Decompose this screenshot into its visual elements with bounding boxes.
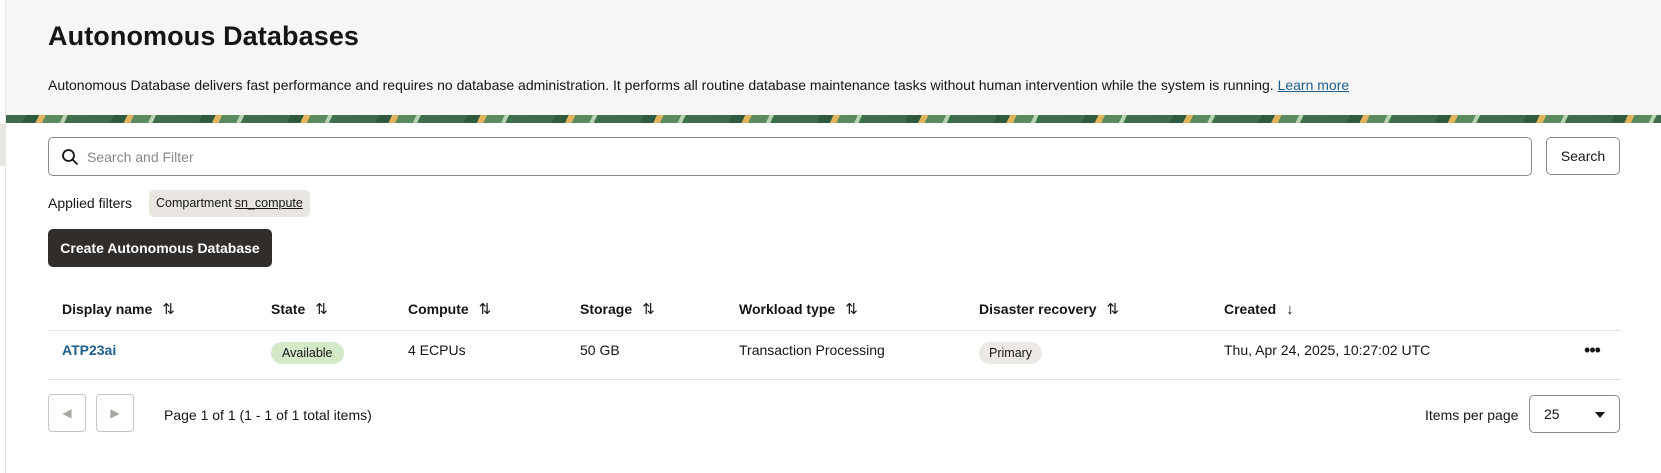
column-header-created[interactable]: Created ↓ <box>1224 288 1294 330</box>
create-autonomous-database-button[interactable]: Create Autonomous Database <box>48 229 272 267</box>
items-per-page-select[interactable]: 25 <box>1529 395 1620 433</box>
database-name-link[interactable]: ATP23ai <box>62 342 116 358</box>
search-button[interactable]: Search <box>1546 137 1620 175</box>
created-cell: Thu, Apr 24, 2025, 10:27:02 UTC <box>1224 342 1431 358</box>
filter-chip-value[interactable]: sn_compute <box>235 196 303 210</box>
sort-descending-icon[interactable]: ↓ <box>1286 289 1294 331</box>
sort-both-icon[interactable]: ⇅ <box>1107 289 1120 331</box>
filter-chip-name: Compartment <box>156 196 232 210</box>
table-header-divider <box>48 330 1621 331</box>
column-header-disaster-recovery[interactable]: Disaster recovery ⇅ <box>979 288 1119 330</box>
pagination-summary: Page 1 of 1 (1 - 1 of 1 total items) <box>164 407 372 423</box>
row-actions-icon[interactable]: ••• <box>1580 339 1604 363</box>
filter-chip-compartment[interactable]: Compartment sn_compute <box>149 190 310 217</box>
workload-type-cell: Transaction Processing <box>739 342 885 358</box>
storage-cell: 50 GB <box>580 342 620 358</box>
side-panel-handle[interactable] <box>0 124 6 166</box>
sort-both-icon[interactable]: ⇅ <box>162 289 175 331</box>
column-header-display-name[interactable]: Display name ⇅ <box>62 288 175 330</box>
column-header-workload-type[interactable]: Workload type ⇅ <box>739 288 858 330</box>
compute-cell: 4 ECPUs <box>408 342 466 358</box>
column-header-storage[interactable]: Storage ⇅ <box>580 288 655 330</box>
page-header <box>6 0 1661 115</box>
state-badge: Available <box>271 342 344 364</box>
applied-filters-label: Applied filters <box>48 195 133 211</box>
page-description: Autonomous Database delivers fast perfor… <box>48 77 1349 93</box>
sort-both-icon[interactable]: ⇅ <box>845 289 858 331</box>
learn-more-link[interactable]: Learn more <box>1278 77 1350 93</box>
column-header-state[interactable]: State ⇅ <box>271 288 328 330</box>
disaster-recovery-badge: Primary <box>979 342 1043 364</box>
items-per-page-label: Items per page <box>1425 407 1519 423</box>
decorative-banner <box>6 115 1661 123</box>
description-text: Autonomous Database delivers fast perfor… <box>48 77 1274 93</box>
sort-both-icon[interactable]: ⇅ <box>479 289 492 331</box>
items-per-page-value: 25 <box>1544 406 1560 422</box>
page-title: Autonomous Databases <box>48 21 360 51</box>
chevron-down-icon <box>1595 412 1605 418</box>
search-input[interactable] <box>87 138 1507 175</box>
column-header-compute[interactable]: Compute ⇅ <box>408 288 491 330</box>
search-icon <box>62 149 78 165</box>
search-field[interactable] <box>48 137 1532 176</box>
sort-both-icon[interactable]: ⇅ <box>315 289 328 331</box>
table-row-divider <box>48 379 1621 380</box>
sort-both-icon[interactable]: ⇅ <box>642 289 655 331</box>
previous-page-button[interactable]: ◀ <box>48 394 86 432</box>
next-page-button[interactable]: ▶ <box>96 394 134 432</box>
